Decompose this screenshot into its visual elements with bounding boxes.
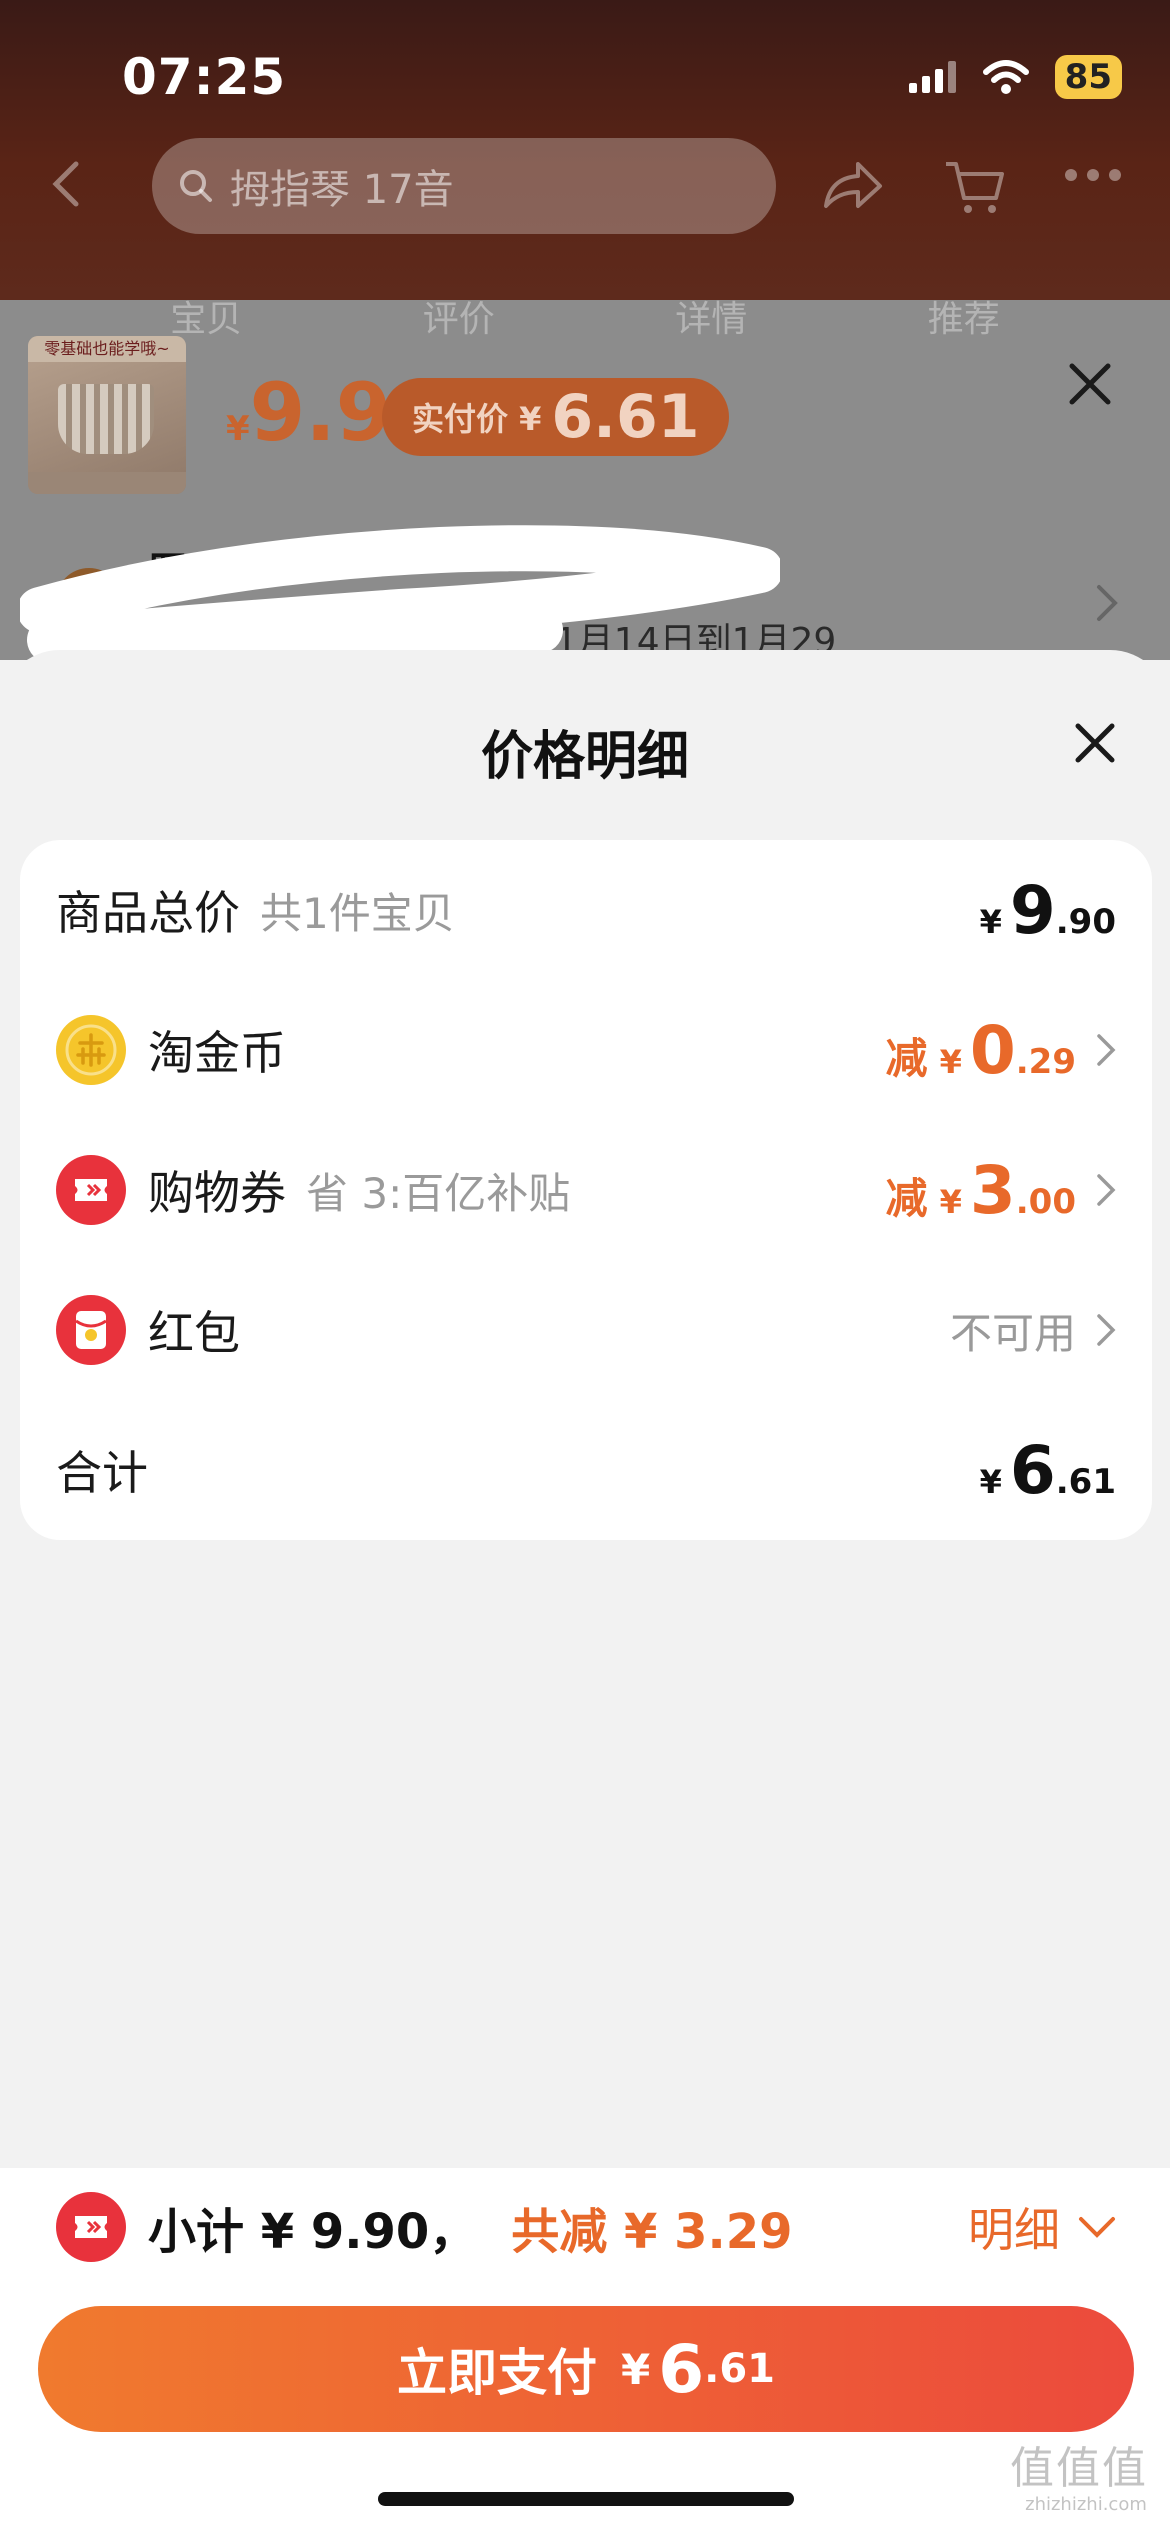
tab-item[interactable]: 宝贝 bbox=[170, 290, 242, 340]
pay-now-button[interactable]: 立即支付 ¥ 6 .61 bbox=[38, 2306, 1134, 2432]
home-indicator bbox=[378, 2492, 794, 2506]
coupon-row[interactable]: 购物券 省 3:百亿补贴 减 ¥3.00 bbox=[20, 1120, 1152, 1260]
back-arrow-icon[interactable] bbox=[52, 160, 80, 208]
taojinbi-row[interactable]: 淘金币 减 ¥0.29 bbox=[20, 980, 1152, 1120]
pay-decimal: .61 bbox=[704, 2346, 776, 2392]
close-icon[interactable] bbox=[1068, 362, 1112, 406]
product-thumbnail: 零基础也能学哦~ bbox=[28, 336, 186, 494]
sheet-close-icon[interactable] bbox=[1074, 722, 1116, 764]
total-label: 合计 bbox=[56, 1446, 148, 1500]
amount-integer: 3 bbox=[969, 1151, 1016, 1229]
item-count: 共1件宝贝 bbox=[260, 888, 455, 938]
chevron-right-icon bbox=[1097, 1174, 1116, 1206]
amount-decimal: .61 bbox=[1055, 1461, 1116, 1502]
watermark-url: zhizhizhi.com bbox=[1025, 2494, 1147, 2515]
coupon-label: 购物券 bbox=[148, 1166, 286, 1220]
kalimba-image bbox=[58, 384, 154, 454]
goods-total-label: 商品总价 bbox=[56, 886, 240, 940]
coupon-icon bbox=[56, 1155, 126, 1225]
unavailable-text: 不可用 bbox=[949, 1308, 1076, 1358]
summary-row: 小计 ¥ 9.90， 共减 ¥ 3.29 明细 bbox=[56, 2168, 1116, 2286]
coupon-icon bbox=[56, 2192, 126, 2262]
search-input[interactable]: 拇指琴 17音 bbox=[152, 138, 776, 234]
search-placeholder: 拇指琴 17音 bbox=[230, 167, 454, 213]
price-currency: ¥ bbox=[226, 409, 250, 449]
pay-integer: 6 bbox=[658, 2330, 705, 2408]
coupon-note: 省 3:百亿补贴 bbox=[306, 1168, 571, 1218]
amount-integer: 0 bbox=[969, 1011, 1016, 1089]
discount-prefix: 减 bbox=[885, 1033, 928, 1083]
amount-integer: 6 bbox=[1009, 1431, 1056, 1509]
goods-total-amount: ¥9.90 bbox=[980, 872, 1116, 949]
red-packet-row[interactable]: 红包 不可用 bbox=[20, 1260, 1152, 1400]
subtotal-text: 小计 ¥ 9.90， bbox=[148, 2204, 478, 2260]
thumbnail-footer bbox=[28, 472, 186, 494]
red-packet-label: 红包 bbox=[148, 1306, 240, 1360]
chevron-right-icon bbox=[1097, 1034, 1116, 1066]
amount-integer: 9 bbox=[1009, 871, 1056, 949]
tab-recommend[interactable]: 推荐 bbox=[928, 290, 1000, 340]
chevron-right-icon bbox=[1097, 585, 1118, 621]
taojinbi-discount: 减 ¥0.29 bbox=[886, 1012, 1116, 1089]
amount-decimal: .00 bbox=[1015, 1181, 1076, 1222]
red-packet-status: 不可用 bbox=[950, 1300, 1116, 1361]
status-icons: 85 bbox=[908, 55, 1122, 99]
currency-symbol: ¥ bbox=[939, 1182, 962, 1221]
currency-symbol: ¥ bbox=[939, 1042, 962, 1081]
pay-label: 立即支付 bbox=[396, 2344, 597, 2402]
status-time: 07:25 bbox=[122, 48, 287, 106]
checkout-bar: 小计 ¥ 9.90， 共减 ¥ 3.29 明细 立即支付 ¥ 6 .61 bbox=[0, 2168, 1170, 2532]
total-row: 合计 ¥6.61 bbox=[20, 1400, 1152, 1540]
tab-reviews[interactable]: 评价 bbox=[423, 290, 495, 340]
currency-symbol: ¥ bbox=[979, 902, 1002, 941]
real-price-badge: 实付价 ¥ 6.61 bbox=[382, 378, 730, 456]
watermark-logo: 值值值 bbox=[1010, 2443, 1148, 2494]
red-packet-icon bbox=[56, 1295, 126, 1365]
price-detail-card: 商品总价 共1件宝贝 ¥9.90 淘金币 减 ¥0.29 购物券 省 3:百亿补… bbox=[20, 840, 1152, 1540]
discount-prefix: 减 bbox=[885, 1173, 928, 1223]
real-price-value: 6.61 bbox=[551, 382, 700, 452]
currency-symbol: ¥ bbox=[979, 1462, 1002, 1501]
amount-decimal: .90 bbox=[1055, 901, 1116, 942]
amount-decimal: .29 bbox=[1015, 1041, 1076, 1082]
pay-currency: ¥ bbox=[620, 2344, 651, 2394]
sheet-title: 价格明细 bbox=[480, 727, 689, 787]
share-icon[interactable] bbox=[822, 160, 884, 212]
product-price: ¥9.9 bbox=[226, 366, 391, 459]
taojinbi-label: 淘金币 bbox=[148, 1026, 286, 1080]
cart-icon[interactable] bbox=[944, 160, 1006, 216]
watermark: 值值值 zhizhizhi.com bbox=[1010, 2444, 1162, 2528]
cellular-signal-icon bbox=[908, 61, 956, 93]
chevron-down-icon bbox=[1079, 2217, 1115, 2238]
tab-details[interactable]: 详情 bbox=[675, 290, 747, 340]
chevron-right-icon bbox=[1097, 1314, 1116, 1346]
thumbnail-caption: 零基础也能学哦~ bbox=[28, 336, 186, 362]
detail-toggle[interactable]: 明细 bbox=[968, 2194, 1116, 2260]
product-tabs: 宝贝 评价 详情 推荐 bbox=[0, 290, 1170, 340]
price-value: 9.9 bbox=[249, 366, 392, 459]
page-header: 07:25 85 拇指琴 17音 bbox=[0, 0, 1170, 300]
more-icon[interactable] bbox=[1064, 168, 1122, 182]
total-saved-text: 共减 ¥ 3.29 bbox=[511, 2204, 793, 2260]
goods-total-row: 商品总价 共1件宝贝 ¥9.90 bbox=[20, 840, 1152, 980]
detail-label: 明细 bbox=[968, 2203, 1060, 2257]
search-icon bbox=[180, 170, 212, 202]
coin-icon bbox=[56, 1015, 126, 1085]
coupon-discount: 减 ¥3.00 bbox=[886, 1152, 1116, 1229]
wifi-icon bbox=[982, 60, 1029, 94]
total-amount: ¥6.61 bbox=[980, 1432, 1116, 1509]
real-price-label: 实付价 ¥ bbox=[412, 400, 542, 438]
battery-level: 85 bbox=[1054, 55, 1122, 99]
